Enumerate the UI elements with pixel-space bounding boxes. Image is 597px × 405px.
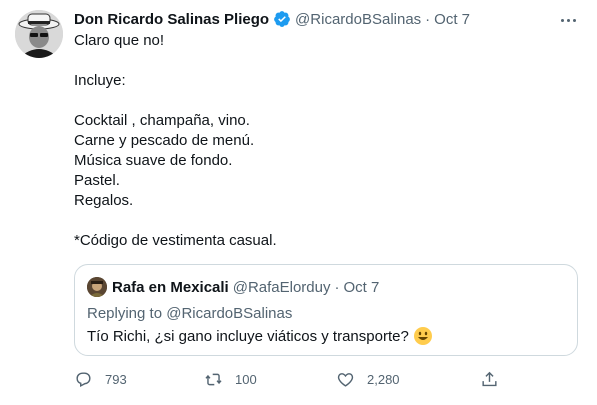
verified-badge-icon — [274, 11, 290, 27]
tweet[interactable]: Don Ricardo Salinas Pliego @RicardoBSali… — [0, 0, 597, 405]
author-avatar[interactable] — [15, 10, 63, 58]
quoted-tweet-date: Oct 7 — [343, 278, 380, 296]
tweet-line: Claro que no! — [74, 32, 165, 49]
retweet-count: 100 — [235, 372, 257, 387]
tweet-line: Pastel. — [74, 172, 120, 189]
reply-count: 793 — [105, 372, 127, 387]
author-name[interactable]: Don Ricardo Salinas Pliego — [74, 11, 269, 28]
quoted-tweet-header: Rafa en Mexicali @RafaElorduy · Oct 7 — [87, 277, 379, 297]
replying-to: Replying to @RicardoBSalinas — [87, 305, 292, 322]
quoted-header-separator: · — [334, 278, 340, 296]
tweet-date[interactable]: Oct 7 — [434, 11, 470, 28]
tweet-line: Incluye: — [74, 72, 126, 89]
quoted-tweet[interactable]: Rafa en Mexicali @RafaElorduy · Oct 7 Re… — [74, 264, 578, 356]
tweet-line: Cocktail , champaña, vino. — [74, 112, 250, 129]
tweet-line: Música suave de fondo. — [74, 152, 233, 169]
author-handle[interactable]: @RicardoBSalinas — [295, 11, 421, 28]
tweet-text: Claro que no! Incluye: Cocktail , champa… — [74, 31, 277, 251]
like-count: 2,280 — [367, 372, 400, 387]
retweet-icon — [205, 373, 222, 386]
quoted-tweet-text: Tío Richi, ¿si gano incluye viáticos y t… — [87, 327, 409, 345]
quoted-author-handle: @RafaElorduy — [232, 278, 331, 296]
tweet-line: Regalos. — [74, 192, 134, 209]
share-button[interactable] — [480, 370, 511, 389]
quoted-tweet-text-row: Tío Richi, ¿si gano incluye viáticos y t… — [87, 326, 433, 346]
tweet-line: *Código de vestimenta casual. — [74, 232, 277, 249]
more-icon[interactable] — [557, 12, 579, 28]
like-icon — [337, 373, 354, 387]
reply-icon — [76, 372, 91, 388]
replying-to-mention: @RicardoBSalinas — [166, 305, 293, 322]
header-separator: · — [425, 10, 431, 28]
tweet-actions: 793 100 2,280 — [74, 370, 584, 392]
like-button[interactable]: 2,280 — [336, 370, 400, 389]
reply-button[interactable]: 793 — [74, 370, 127, 389]
smiley-emoji-icon — [413, 327, 432, 345]
replying-to-label: Replying to — [87, 305, 163, 322]
tweet-header: Don Ricardo Salinas Pliego @RicardoBSali… — [74, 9, 470, 29]
retweet-button[interactable]: 100 — [204, 370, 257, 389]
tweet-line: Carne y pescado de menú. — [74, 132, 255, 149]
quoted-author-name: Rafa en Mexicali — [112, 278, 229, 296]
quoted-author-avatar — [87, 277, 107, 297]
share-icon — [482, 371, 497, 387]
